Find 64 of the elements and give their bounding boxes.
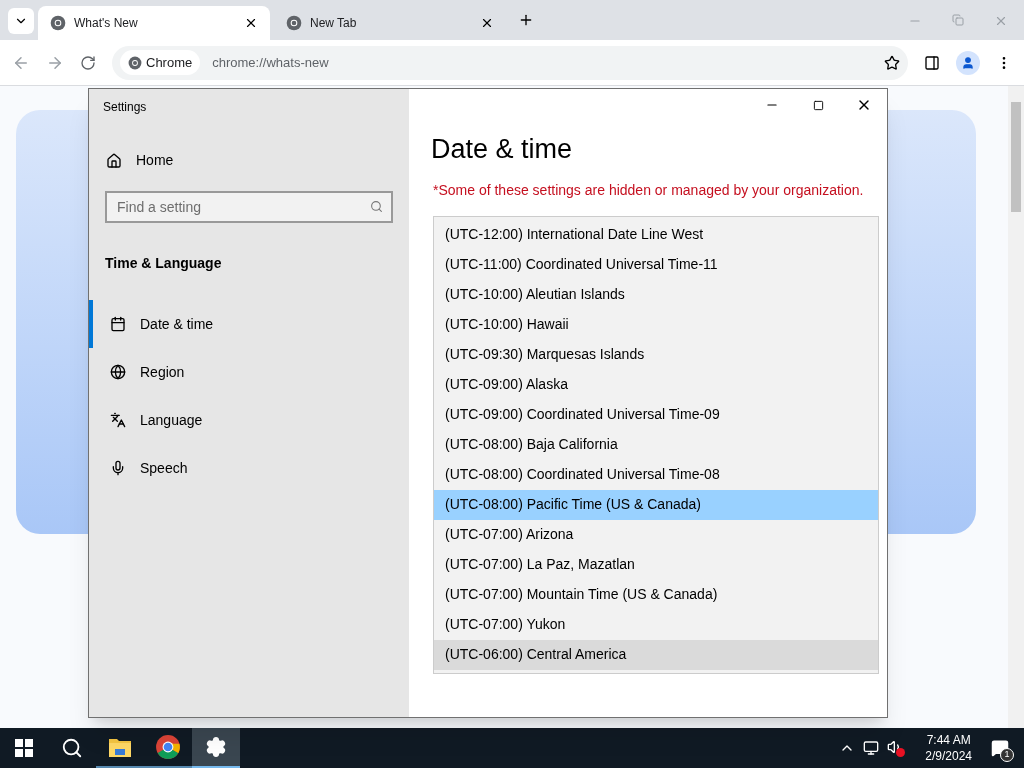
nav-item[interactable]: Date & time — [89, 300, 409, 348]
page-title: Date & time — [431, 133, 574, 166]
globe-icon — [110, 364, 126, 380]
gear-icon — [205, 736, 227, 758]
chrome-logo-icon — [128, 55, 142, 70]
timezone-option[interactable]: (UTC-12:00) International Date Line West — [434, 219, 878, 250]
muted-volume-icon[interactable] — [887, 739, 906, 757]
timezone-option[interactable]: (UTC-08:00) Baja California — [434, 429, 878, 460]
timezone-option[interactable]: (UTC-07:00) Arizona — [434, 519, 878, 550]
tab-title: What's New — [74, 15, 139, 32]
maximize-icon — [812, 99, 824, 111]
taskbar-app[interactable] — [192, 728, 240, 768]
chrome-icon — [155, 734, 181, 760]
search-icon — [370, 200, 383, 213]
close-icon[interactable] — [480, 16, 494, 30]
close-icon[interactable] — [244, 16, 258, 30]
bookmark-star-icon[interactable] — [884, 54, 900, 71]
nav-item[interactable]: Language — [89, 396, 409, 444]
home-nav-item[interactable]: Home — [106, 150, 409, 171]
timezone-option[interactable]: (UTC-08:00) Coordinated Universal Time-08 — [434, 459, 878, 490]
section-heading: Time & Language — [105, 254, 223, 273]
timezone-option[interactable]: (UTC-07:00) Mountain Time (US & Canada) — [434, 579, 878, 610]
address-bar[interactable]: Chrome chrome://whats-new — [112, 45, 908, 80]
site-chip[interactable]: Chrome — [120, 49, 201, 76]
search-field[interactable]: Find a setting — [105, 191, 393, 223]
home-icon — [106, 152, 122, 169]
timezone-option[interactable]: (UTC-06:00) Central America — [434, 639, 878, 670]
timezone-option[interactable]: (UTC-07:00) La Paz, Mazatlan — [434, 549, 878, 580]
timezone-option[interactable]: (UTC-11:00) Coordinated Universal Time-11 — [434, 249, 878, 280]
timezone-option[interactable]: (UTC-10:00) Aleutian Islands — [434, 279, 878, 310]
search-icon — [61, 737, 83, 759]
windows-logo-icon — [15, 739, 33, 757]
profile-avatar[interactable] — [956, 50, 980, 75]
timezone-option[interactable]: (UTC-09:00) Alaska — [434, 369, 878, 400]
language-icon — [110, 412, 126, 428]
notification-button[interactable]: 1 — [980, 728, 1020, 768]
timezone-option[interactable]: (UTC-09:00) Coordinated Universal Time-09 — [434, 399, 878, 430]
timezone-option[interactable]: (UTC-08:00) Pacific Time (US & Canada) — [434, 489, 878, 520]
browser-tab[interactable]: New Tab — [274, 6, 506, 40]
clock-time[interactable]: 7:44 AM — [926, 732, 971, 748]
url-text: chrome://whats-new — [212, 53, 330, 72]
window-title: Settings — [103, 99, 148, 116]
new-tab-icon[interactable] — [518, 12, 534, 28]
tab-search-button[interactable] — [8, 8, 34, 34]
calendar-icon — [110, 316, 126, 332]
chrome-logo-icon — [50, 15, 66, 31]
browser-tab[interactable]: What's New — [38, 6, 270, 40]
nav-item[interactable]: Region — [89, 348, 409, 396]
chip-label: Chrome — [146, 53, 193, 72]
timezone-option[interactable]: (UTC-09:30) Marquesas Islands — [434, 339, 878, 370]
microphone-icon — [110, 460, 126, 476]
folder-icon — [108, 736, 132, 758]
person-icon — [961, 55, 975, 70]
nav-item[interactable]: Speech — [89, 444, 409, 492]
timezone-option[interactable]: (UTC-07:00) Yukon — [434, 609, 878, 640]
clock-date[interactable]: 2/9/2024 — [925, 748, 972, 764]
notification-count: 1 — [1000, 748, 1014, 762]
reload-icon[interactable] — [80, 54, 96, 71]
network-icon[interactable] — [863, 740, 880, 756]
chrome-logo-icon — [286, 15, 302, 31]
side-panel-icon[interactable] — [924, 54, 940, 71]
timezone-option[interactable]: (UTC-10:00) Hawaii — [434, 309, 878, 340]
policy-notice: *Some of these settings are hidden or managed by your organization. — [433, 180, 865, 200]
tab-title: New Tab — [310, 15, 358, 32]
